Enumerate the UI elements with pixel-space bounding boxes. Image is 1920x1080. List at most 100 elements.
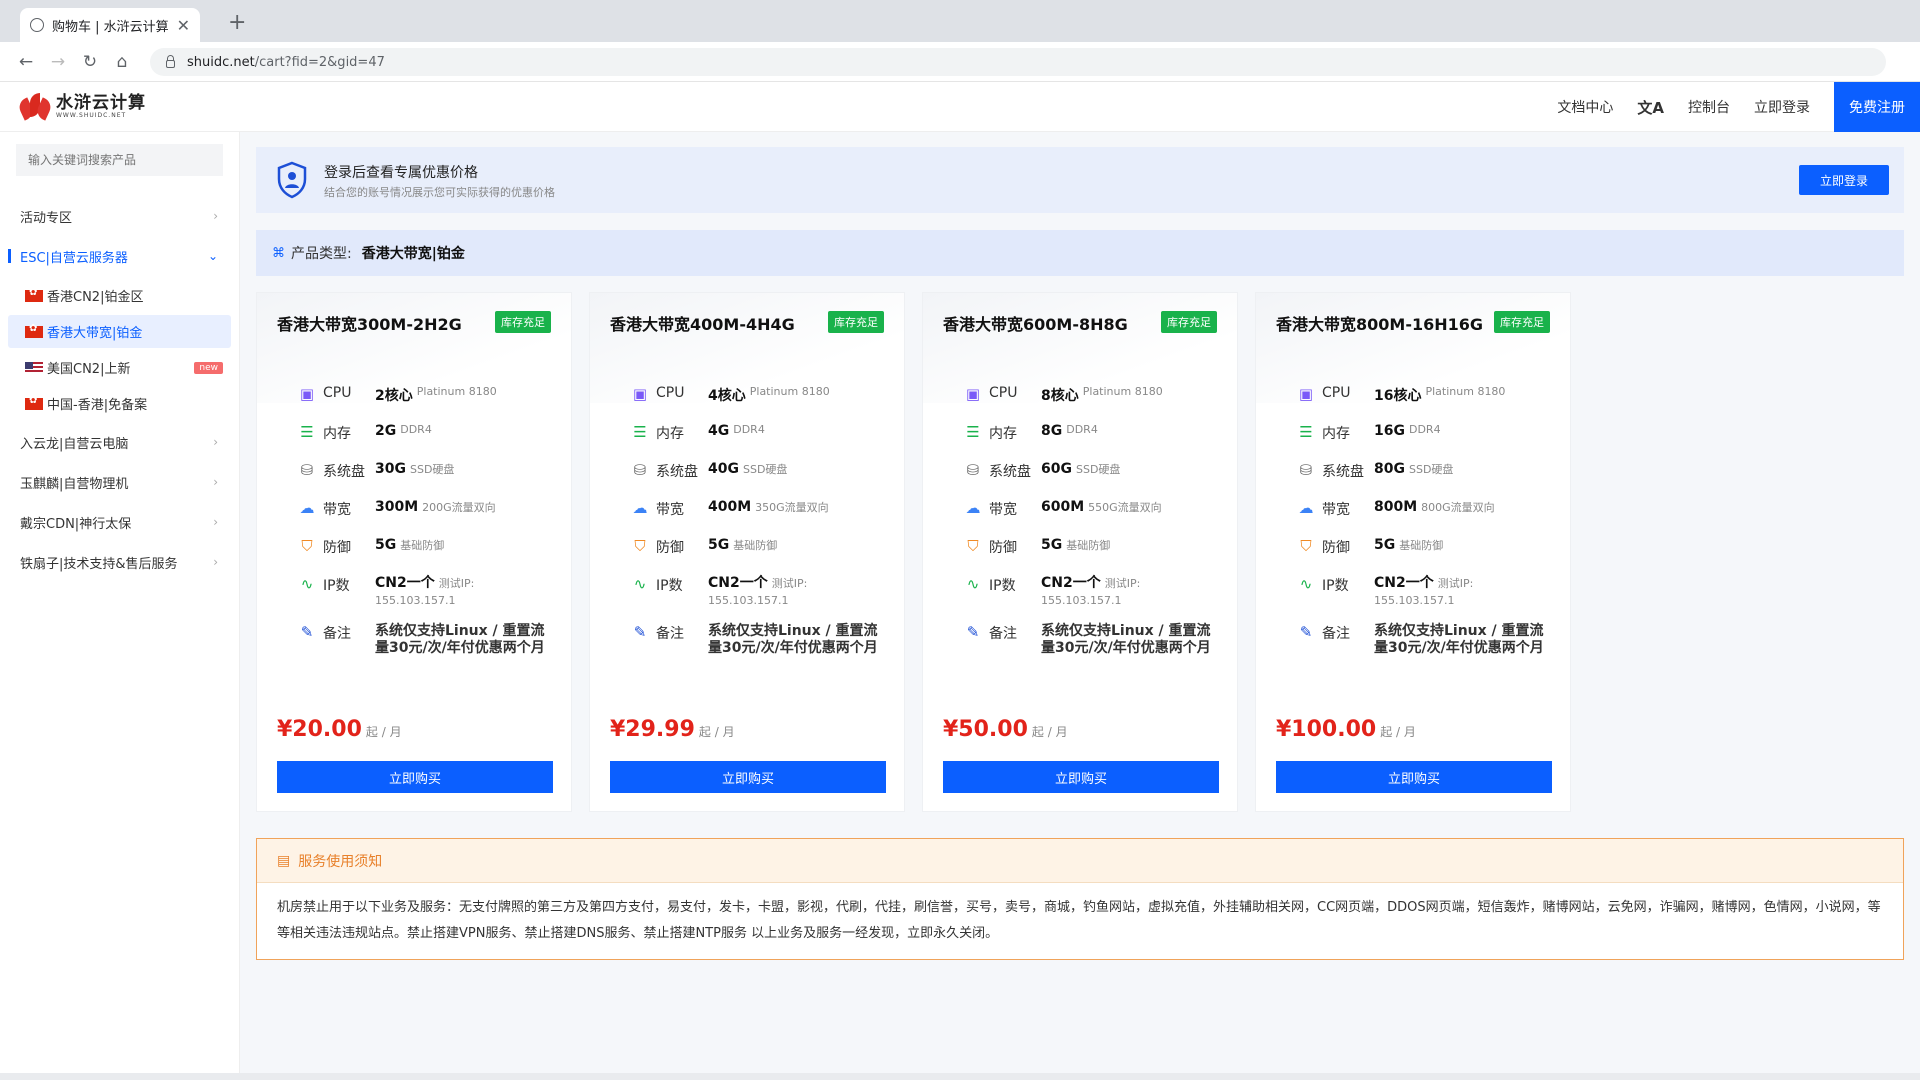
chevron-down-icon: ⌄ <box>207 249 218 263</box>
spec-note: Platinum 8180 <box>1082 385 1163 398</box>
test-ip: 155.103.157.1 <box>708 594 789 607</box>
spec-note: Platinum 8180 <box>749 385 830 398</box>
hk-flag-icon <box>25 323 43 338</box>
reload-icon[interactable]: ↻ <box>78 50 102 74</box>
header-nav: 文档中心 文A 控制台 立即登录 免费注册 <box>1557 82 1920 132</box>
spec-note: DDR4 <box>400 423 432 436</box>
sidebar-item-hk-bandwidth[interactable]: 香港大带宽|铂金 <box>8 315 231 348</box>
cloud-upload-icon: ☁ <box>299 499 315 517</box>
spec-value: 5G <box>1374 537 1396 553</box>
spec-row-mem: ☰ 内存 16G DDR4 <box>1296 423 1556 443</box>
spec-note: DDR4 <box>733 423 765 436</box>
address-bar[interactable]: shuidc.net/cart?fid=2&gid=47 <box>150 48 1886 76</box>
spec-label: IP数 <box>323 578 350 594</box>
sidebar-item-us-cn2[interactable]: 美国CN2|上新 new <box>8 351 231 384</box>
spec-row-ip: ∿ IP数 CN2一个 测试IP: 155.103.157.1 <box>297 575 557 609</box>
translate-icon[interactable]: 文A <box>1637 97 1664 118</box>
spec-label: CPU <box>656 385 685 401</box>
buy-button[interactable]: 立即购买 <box>1276 761 1552 793</box>
spec-label: 带宽 <box>1322 502 1350 518</box>
tab-title: 购物车 | 水浒云计算 <box>52 19 169 35</box>
spec-label: IP数 <box>989 578 1016 594</box>
back-icon[interactable]: ← <box>14 50 38 74</box>
memory-icon: ☰ <box>966 423 980 441</box>
cpu-icon: ▣ <box>965 385 981 403</box>
spec-value: CN2一个 <box>708 575 768 591</box>
spec-note: DDR4 <box>1066 423 1098 436</box>
spec-row-cpu: ▣ CPU 16核心 Platinum 8180 <box>1296 385 1556 405</box>
sidebar-group-support[interactable]: 铁扇子|技术支持&售后服务 › <box>0 544 240 580</box>
sidebar-group-cdn[interactable]: 戴宗CDN|神行太保 › <box>0 504 240 540</box>
sidebar-group-physical[interactable]: 玉麒麟|自营物理机 › <box>0 464 240 500</box>
sidebar-group-activity[interactable]: 活动专区 › <box>0 198 240 234</box>
site-header: 水浒云计算 WWW.SHUIDC.NET 文档中心 文A 控制台 立即登录 免费… <box>0 82 1920 132</box>
price-unit: 起 / 月 <box>365 725 402 739</box>
logo-icon <box>16 91 54 121</box>
cpu-icon: ▣ <box>1298 385 1314 403</box>
spec-row-ip: ∿ IP数 CN2一个 测试IP: 155.103.157.1 <box>630 575 890 609</box>
cloud-upload-icon: ☁ <box>965 499 981 517</box>
spec-value: 60G <box>1041 461 1072 477</box>
edit-icon: ✎ <box>300 623 314 641</box>
sidebar-group-label: 玉麒麟|自营物理机 <box>20 476 129 492</box>
price: ¥100.00 起 / 月 <box>1276 717 1416 742</box>
stock-badge: 库存充足 <box>1161 311 1217 333</box>
spec-row-disk: ⛁ 系统盘 30G SSD硬盘 <box>297 461 557 481</box>
spec-label: 内存 <box>656 426 684 442</box>
price: ¥50.00 起 / 月 <box>943 717 1068 742</box>
sidebar-group-label: ESC|自营云服务器 <box>20 250 128 266</box>
nav-console[interactable]: 控制台 <box>1688 97 1730 117</box>
product-title: 香港大带宽800M-16H16G <box>1276 315 1484 334</box>
sidebar-group-esc[interactable]: ESC|自营云服务器 ⌄ <box>0 238 240 274</box>
spec-label: 带宽 <box>989 502 1017 518</box>
search-input[interactable] <box>16 144 223 176</box>
product-card: 香港大带宽300M-2H2G 库存充足 ▣ CPU 2核心 Platinum 8180 ☰ 内… <box>256 292 572 812</box>
browser-tab[interactable]: 购物车 | 水浒云计算 ✕ <box>20 8 200 42</box>
spec-row-note: ✎ 备注 系统仅支持Linux / 重置流量30元/次/年付优惠两个月 <box>297 623 557 657</box>
register-button[interactable]: 免费注册 <box>1834 82 1920 132</box>
buy-button[interactable]: 立即购买 <box>277 761 553 793</box>
price: ¥20.00 起 / 月 <box>277 717 402 742</box>
spec-note: 基础防御 <box>1066 539 1111 552</box>
spec-note: 基础防御 <box>1399 539 1444 552</box>
sidebar-item-hk-cn2[interactable]: 香港CN2|铂金区 <box>8 279 231 312</box>
test-ip: 155.103.157.1 <box>1041 594 1122 607</box>
spec-row-bw: ☁ 带宽 400M 350G流量双向 <box>630 499 890 519</box>
close-icon[interactable]: ✕ <box>177 16 190 35</box>
spec-label: IP数 <box>656 578 683 594</box>
browser-toolbar: ← → ↻ ⌂ shuidc.net/cart?fid=2&gid=47 <box>0 42 1920 82</box>
memory-icon: ☰ <box>633 423 647 441</box>
new-tab-button[interactable]: + <box>228 10 246 35</box>
sidebar-group-cloud-pc[interactable]: 入云龙|自营云电脑 › <box>0 424 240 460</box>
product-card: 香港大带宽400M-4H4G 库存充足 ▣ CPU 4核心 Platinum 8180 ☰ 内… <box>589 292 905 812</box>
nav-docs[interactable]: 文档中心 <box>1557 97 1613 117</box>
spec-row-cpu: ▣ CPU 2核心 Platinum 8180 <box>297 385 557 405</box>
nav-login[interactable]: 立即登录 <box>1754 97 1810 117</box>
product-card: 香港大带宽800M-16H16G 库存充足 ▣ CPU 16核心 Platinum 818… <box>1255 292 1571 812</box>
sidebar-item-label: 中国-香港|免备案 <box>47 398 148 413</box>
spec-note: 基础防御 <box>400 539 445 552</box>
spec-note: SSD硬盘 <box>1408 463 1454 476</box>
spec-note: 测试IP: <box>1437 577 1474 590</box>
spec-row-note: ✎ 备注 系统仅支持Linux / 重置流量30元/次/年付优惠两个月 <box>630 623 890 657</box>
spec-row-note: ✎ 备注 系统仅支持Linux / 重置流量30元/次/年付优惠两个月 <box>1296 623 1556 657</box>
spec-row-ip: ∿ IP数 CN2一个 测试IP: 155.103.157.1 <box>963 575 1223 609</box>
buy-button[interactable]: 立即购买 <box>943 761 1219 793</box>
login-banner: 登录后查看专属优惠价格 结合您的账号情况展示您可实际获得的优惠价格 立即登录 <box>256 147 1904 213</box>
sidebar-item-cn-hk[interactable]: 中国-香港|免备案 <box>8 387 231 420</box>
home-icon[interactable]: ⌂ <box>110 50 134 74</box>
spec-value: 16核心 <box>1374 388 1422 404</box>
site-logo[interactable]: 水浒云计算 WWW.SHUIDC.NET <box>16 91 146 121</box>
spec-row-cpu: ▣ CPU 4核心 Platinum 8180 <box>630 385 890 405</box>
banner-login-button[interactable]: 立即登录 <box>1799 165 1889 195</box>
spec-label: 防御 <box>323 540 351 556</box>
spec-note: 350G流量双向 <box>755 501 829 514</box>
spec-note: 800G流量双向 <box>1421 501 1495 514</box>
price-unit: 起 / 月 <box>1031 725 1068 739</box>
spec-value: 80G <box>1374 461 1405 477</box>
spec-row-mem: ☰ 内存 2G DDR4 <box>297 423 557 443</box>
hk-flag-icon <box>25 395 43 410</box>
buy-button[interactable]: 立即购买 <box>610 761 886 793</box>
spec-row-def: ⛉ 防御 5G 基础防御 <box>963 537 1223 557</box>
forward-icon[interactable]: → <box>46 50 70 74</box>
